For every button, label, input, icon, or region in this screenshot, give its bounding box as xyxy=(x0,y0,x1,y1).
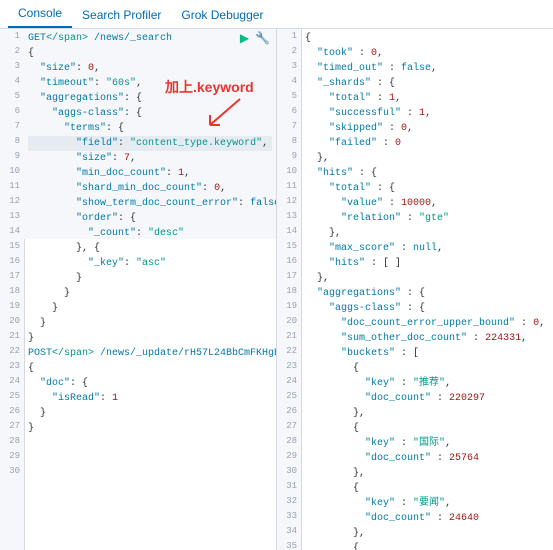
tab-search-profiler[interactable]: Search Profiler xyxy=(72,2,171,28)
request-editor[interactable]: GET</span> /news/_search{ "size": 0, "ti… xyxy=(24,29,276,550)
tab-grok-debugger[interactable]: Grok Debugger xyxy=(171,2,273,28)
right-gutter: 1234567891011121314151617181920212223242… xyxy=(277,29,302,550)
split-panes: ▶ 🔧 123456789101112131415161718192021222… xyxy=(0,29,553,550)
tab-console[interactable]: Console xyxy=(8,0,72,28)
play-icon[interactable]: ▶ xyxy=(240,31,249,45)
response-viewer[interactable]: { "took" : 0, "timed_out" : false, "_sha… xyxy=(301,29,553,550)
left-gutter: 1234567891011121314151617181920212223242… xyxy=(0,29,25,550)
request-pane: ▶ 🔧 123456789101112131415161718192021222… xyxy=(0,29,277,550)
tabs-bar: Console Search Profiler Grok Debugger xyxy=(0,0,553,29)
request-tools: ▶ 🔧 xyxy=(240,31,270,45)
response-pane: 1234567891011121314151617181920212223242… xyxy=(277,29,553,550)
wrench-icon[interactable]: 🔧 xyxy=(255,31,270,45)
